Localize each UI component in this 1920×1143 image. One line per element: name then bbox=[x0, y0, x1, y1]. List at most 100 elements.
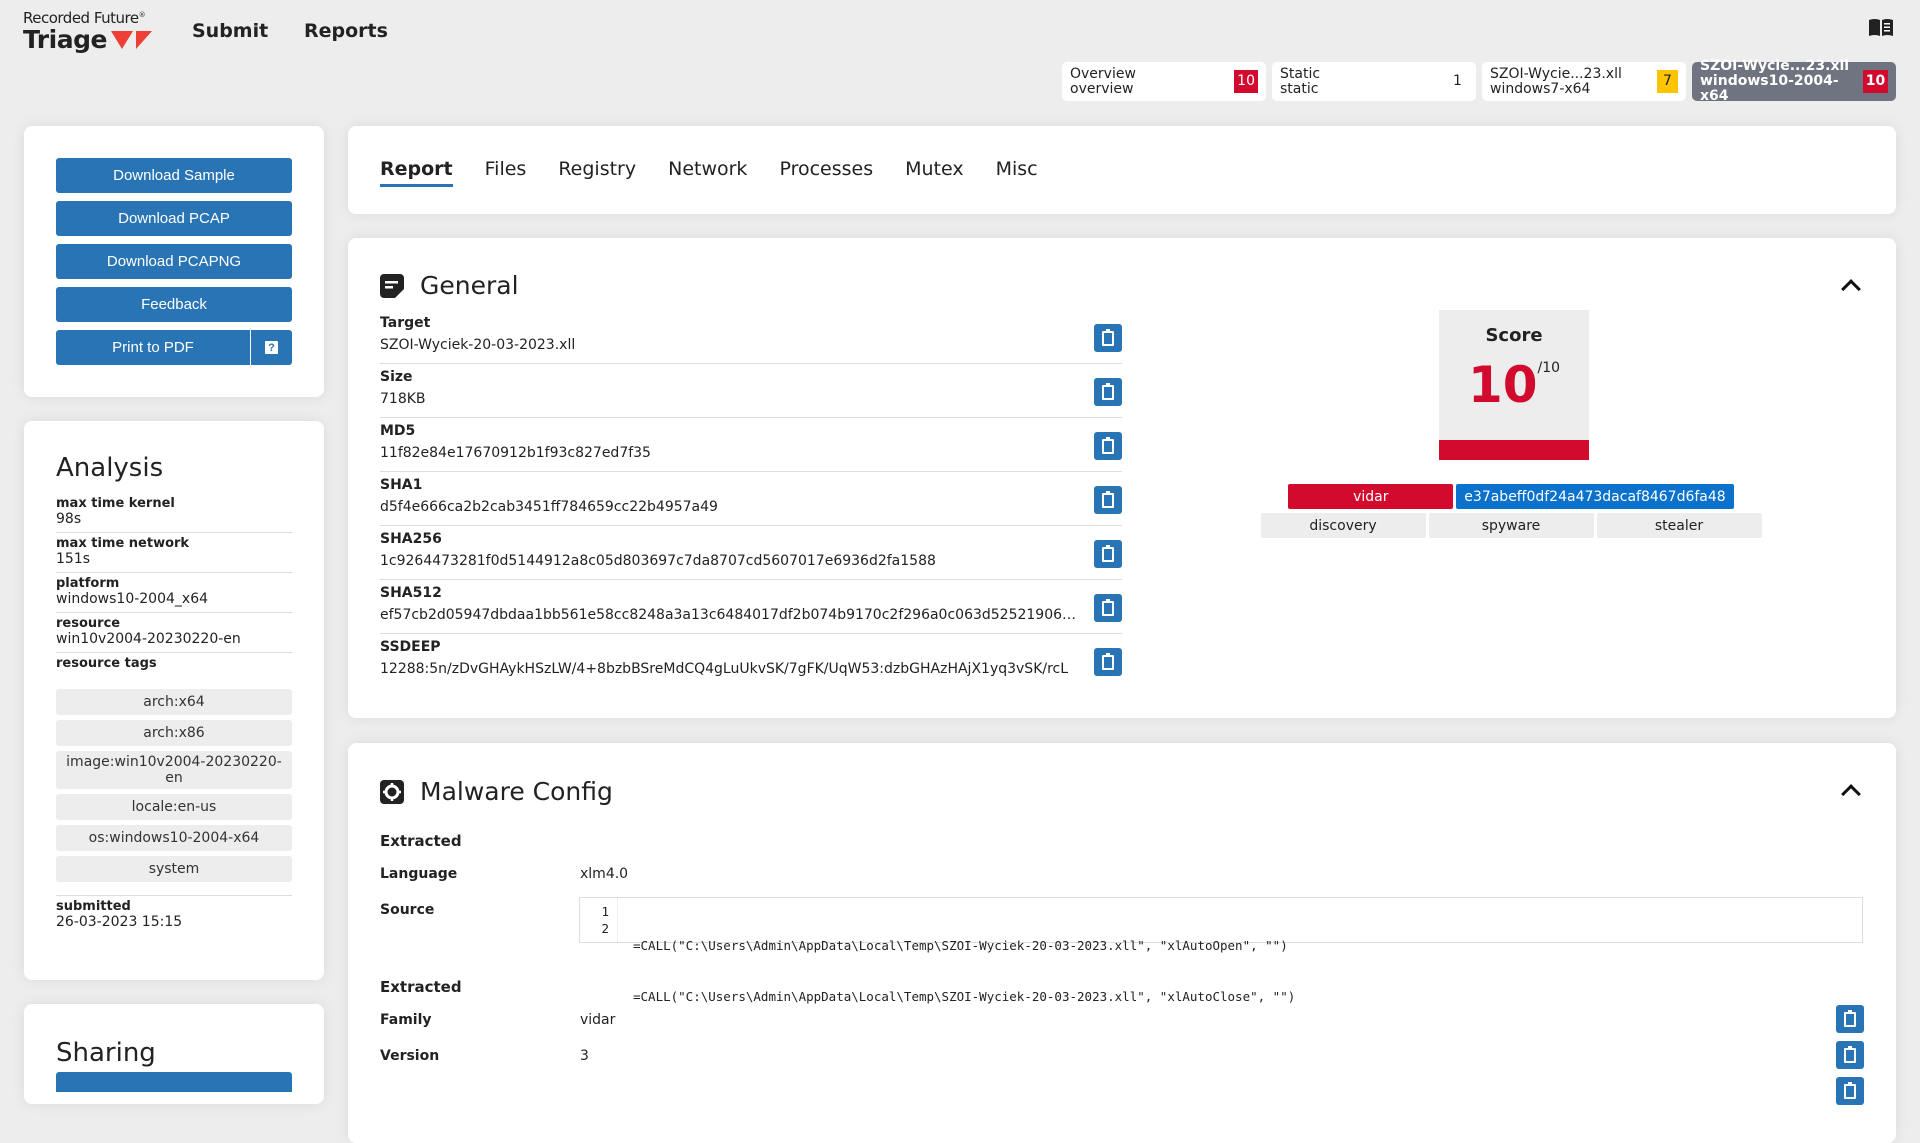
sample-tab-title: Overview bbox=[1070, 65, 1136, 82]
clipboard-icon bbox=[1102, 436, 1114, 454]
resource-tag: arch:x64 bbox=[56, 689, 292, 715]
nav-reports[interactable]: Reports bbox=[304, 20, 388, 42]
score-value: 10 bbox=[1467, 356, 1538, 414]
copy-target-button[interactable] bbox=[1094, 324, 1122, 352]
report-tabs-card: Report Files Registry Network Processes … bbox=[348, 126, 1896, 214]
analysis-item: max time network 151s bbox=[56, 533, 292, 573]
tab-processes[interactable]: Processes bbox=[779, 158, 873, 187]
collapse-malware-config-icon[interactable] bbox=[1841, 784, 1861, 804]
logo-triangle-icon bbox=[135, 30, 152, 49]
score-badge: 10 bbox=[1863, 70, 1888, 93]
family-value: vidar bbox=[580, 1012, 616, 1028]
copy-size-button[interactable] bbox=[1094, 378, 1122, 406]
resource-tag: system bbox=[56, 856, 292, 882]
family-label: Family bbox=[380, 1012, 432, 1028]
extracted-heading: Extracted bbox=[380, 832, 462, 850]
tab-files[interactable]: Files bbox=[485, 158, 527, 187]
score-badge: 1 bbox=[1453, 73, 1462, 89]
tab-mutex[interactable]: Mutex bbox=[905, 158, 963, 187]
print-pdf-button[interactable]: Print to PDF ? bbox=[56, 330, 292, 365]
tab-registry[interactable]: Registry bbox=[558, 158, 636, 187]
extracted-heading-2: Extracted bbox=[380, 978, 462, 996]
sample-tab-subtitle: windows10-2004-x64 bbox=[1700, 73, 1839, 104]
source-code-block[interactable]: 1 2 =CALL("C:\Users\Admin\AppData\Local\T… bbox=[579, 897, 1863, 1004]
copy-family-button[interactable] bbox=[1836, 1005, 1864, 1033]
sharing-button[interactable] bbox=[56, 1072, 292, 1092]
clipboard-icon bbox=[1844, 1045, 1856, 1063]
score-badge: 10 bbox=[1234, 70, 1258, 93]
docs-book-icon[interactable] bbox=[1869, 19, 1893, 37]
copy-ssdeep-button[interactable] bbox=[1094, 648, 1122, 676]
field-sha512: SHA512 ef57cb2d05947dbdaa1bb561e58cc8248a… bbox=[380, 580, 1122, 634]
brand-bottom: Triage bbox=[23, 25, 107, 54]
download-pcap-button[interactable]: Download PCAP bbox=[56, 201, 292, 236]
copy-version-button[interactable] bbox=[1836, 1041, 1864, 1069]
resource-tag: image:win10v2004-20230220-en bbox=[56, 751, 292, 789]
malware-config-card: Malware Config Extracted Language xlm4.0… bbox=[348, 743, 1896, 1143]
tab-report[interactable]: Report bbox=[380, 158, 453, 187]
copy-sha512-button[interactable] bbox=[1094, 594, 1122, 622]
clipboard-icon bbox=[1102, 490, 1114, 508]
sample-tab-title: SZOI-Wycie...23.xll bbox=[1700, 58, 1850, 74]
source-label: Source bbox=[380, 902, 435, 918]
sample-tab-static[interactable]: Static static 1 bbox=[1272, 62, 1476, 101]
feedback-button[interactable]: Feedback bbox=[56, 287, 292, 322]
sample-tab-overview[interactable]: Overview overview 10 bbox=[1062, 62, 1266, 101]
download-pcapng-button[interactable]: Download PCAPNG bbox=[56, 244, 292, 279]
field-ssdeep: SSDEEP 12288:5n/zDvGHAykHSzLW/4+8bzbBSreM… bbox=[380, 634, 1122, 688]
copy-sha1-button[interactable] bbox=[1094, 486, 1122, 514]
submitted: submitted 26-03-2023 15:15 bbox=[56, 899, 183, 930]
tag-family[interactable]: vidar bbox=[1288, 484, 1454, 509]
field-sha256: SHA256 1c9264473281f0d5144912a8c05d803697… bbox=[380, 526, 1122, 580]
general-fields: Target SZOI-Wyciek-20-03-2023.xll Size 718… bbox=[380, 310, 1122, 688]
gear-icon bbox=[380, 779, 404, 804]
sample-tab-title: SZOI-Wycie...23.xll bbox=[1490, 65, 1622, 82]
tab-network[interactable]: Network bbox=[668, 158, 747, 187]
signature-tags: vidar e37abeff0df24a473dacaf8467d6fa48 d… bbox=[1206, 484, 1816, 538]
collapse-general-icon[interactable] bbox=[1841, 279, 1861, 299]
language-label: Language bbox=[380, 866, 458, 882]
copy-next-button[interactable] bbox=[1836, 1077, 1864, 1105]
resource-tag: locale:en-us bbox=[56, 794, 292, 820]
sample-tab-subtitle: overview bbox=[1070, 80, 1134, 97]
analysis-item: max time kernel 98s bbox=[56, 493, 292, 533]
tab-misc[interactable]: Misc bbox=[996, 158, 1038, 187]
print-pdf-label: Print to PDF bbox=[112, 339, 194, 356]
tag-spyware[interactable]: spyware bbox=[1428, 513, 1594, 538]
clipboard-icon bbox=[1102, 598, 1114, 616]
score-box: Score 10/10 bbox=[1439, 310, 1589, 460]
print-help-button[interactable]: ? bbox=[250, 330, 292, 365]
report-tabs: Report Files Registry Network Processes … bbox=[380, 158, 1038, 187]
help-icon: ? bbox=[265, 341, 278, 354]
actions-card: Download Sample Download PCAP Download P… bbox=[24, 126, 324, 397]
resource-tag: os:windows10-2004-x64 bbox=[56, 825, 292, 851]
source-line: =CALL("C:\Users\Admin\AppData\Local\Temp… bbox=[633, 989, 1296, 1004]
sample-tab-subtitle: static bbox=[1280, 80, 1319, 97]
analysis-item: platform windows10-2004_x64 bbox=[56, 573, 292, 613]
logo[interactable]: Recorded Future® Triage bbox=[23, 9, 152, 54]
copy-sha256-button[interactable] bbox=[1094, 540, 1122, 568]
analysis-item: resource win10v2004-20230220-en bbox=[56, 613, 292, 653]
score-badge: 7 bbox=[1657, 70, 1678, 93]
sample-tab-windows10[interactable]: SZOI-Wycie...23.xll windows10-2004-x64 10 bbox=[1692, 58, 1896, 104]
tag-discovery[interactable]: discovery bbox=[1260, 513, 1426, 538]
copy-md5-button[interactable] bbox=[1094, 432, 1122, 460]
top-bar: Recorded Future® Triage Submit Reports bbox=[0, 0, 1920, 60]
tag-botnet[interactable]: e37abeff0df24a473dacaf8467d6fa48 bbox=[1456, 484, 1734, 509]
clipboard-icon bbox=[1844, 1009, 1856, 1027]
resource-tags: resource tags arch:x64 arch:x86 image:wi… bbox=[56, 653, 292, 896]
language-value: xlm4.0 bbox=[580, 866, 629, 882]
nav-submit[interactable]: Submit bbox=[192, 20, 268, 42]
line-number: 2 bbox=[601, 921, 609, 936]
sharing-card: Sharing bbox=[24, 1004, 324, 1104]
version-value: 3 bbox=[580, 1048, 589, 1064]
general-card: General Target SZOI-Wyciek-20-03-2023.xll… bbox=[348, 238, 1896, 718]
sharing-title: Sharing bbox=[56, 1038, 156, 1068]
sample-tab-windows7[interactable]: SZOI-Wycie...23.xll windows7-x64 7 bbox=[1482, 62, 1686, 101]
score-bar bbox=[1439, 440, 1589, 460]
version-label: Version bbox=[380, 1048, 440, 1064]
sample-tab-subtitle: windows7-x64 bbox=[1490, 80, 1591, 97]
resource-tag: arch:x86 bbox=[56, 720, 292, 746]
tag-stealer[interactable]: stealer bbox=[1596, 513, 1762, 538]
download-sample-button[interactable]: Download Sample bbox=[56, 158, 292, 193]
